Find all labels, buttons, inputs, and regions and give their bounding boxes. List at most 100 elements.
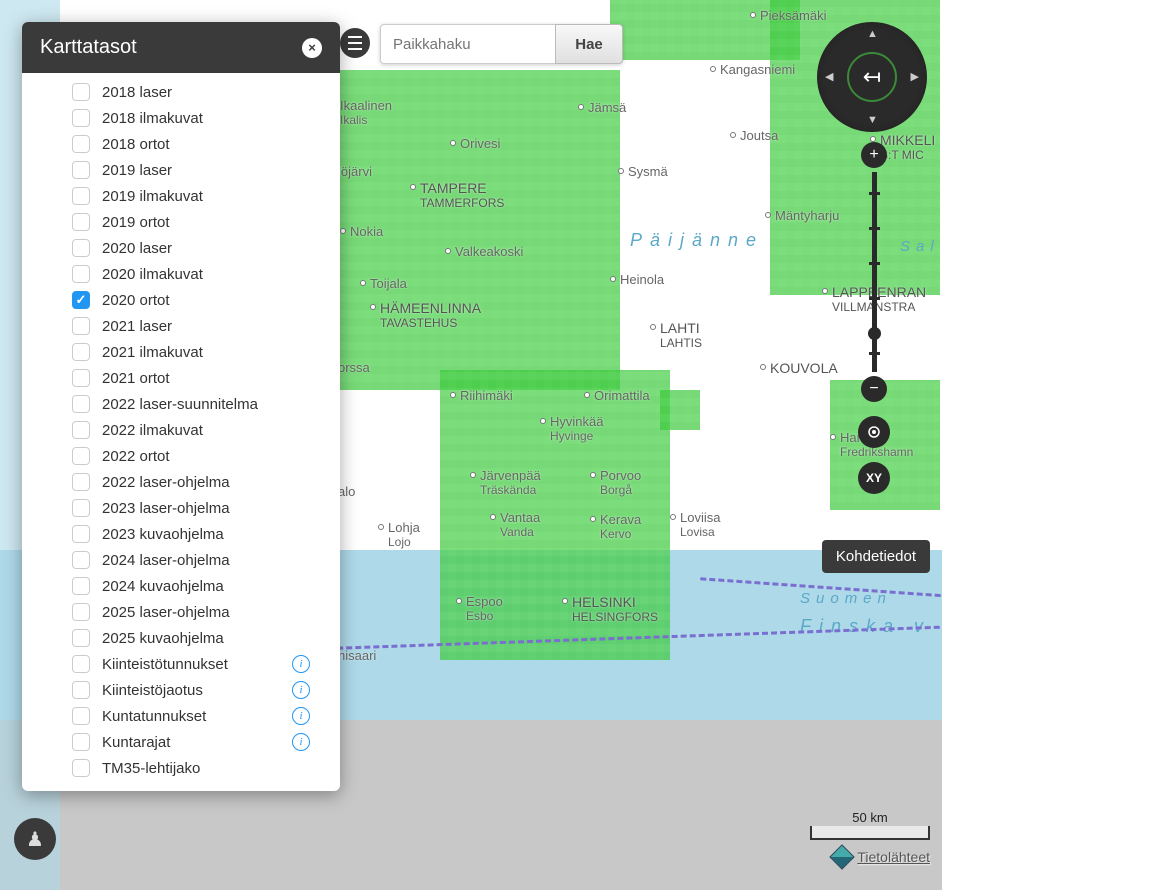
layer-label: 2025 kuvaohjelma	[102, 630, 224, 647]
pan-west-button[interactable]: ◀	[825, 70, 833, 83]
layer-label: 2021 ortot	[102, 370, 170, 387]
chess-piece-icon: ♟	[26, 827, 44, 852]
layer-row[interactable]: 2021 ilmakuvat	[22, 339, 340, 365]
layer-checkbox[interactable]	[72, 291, 90, 309]
layer-checkbox[interactable]	[72, 161, 90, 179]
layer-checkbox[interactable]	[72, 135, 90, 153]
layer-row[interactable]: Kuntarajati	[22, 729, 340, 755]
layer-row[interactable]: 2019 ilmakuvat	[22, 183, 340, 209]
city-marker	[610, 276, 616, 282]
layer-row[interactable]: Kiinteistötunnukset i	[22, 651, 340, 677]
layer-checkbox[interactable]	[72, 759, 90, 777]
layer-checkbox[interactable]	[72, 655, 90, 673]
layer-row[interactable]: 2020 ilmakuvat	[22, 261, 340, 287]
layer-row[interactable]: 2025 laser-ohjelma	[22, 599, 340, 625]
info-icon[interactable]: i	[292, 681, 310, 699]
zoom-slider[interactable]	[872, 172, 877, 372]
diamond-icon	[830, 844, 855, 869]
close-icon[interactable]: ×	[302, 38, 322, 58]
layer-checkbox[interactable]	[72, 187, 90, 205]
layer-label: 2022 ilmakuvat	[102, 422, 203, 439]
layer-checkbox[interactable]	[72, 421, 90, 439]
layer-label: 2023 kuvaohjelma	[102, 526, 224, 543]
layer-checkbox[interactable]	[72, 473, 90, 491]
layer-checkbox[interactable]	[72, 499, 90, 517]
zoom-handle[interactable]	[868, 327, 881, 340]
layer-row[interactable]: 2018 ortot	[22, 131, 340, 157]
layer-checkbox[interactable]	[72, 707, 90, 725]
layer-checkbox[interactable]	[72, 577, 90, 595]
info-icon[interactable]: i	[292, 733, 310, 751]
search-bar: Hae	[380, 24, 623, 64]
layer-row[interactable]: Kiinteistöjaotusi	[22, 677, 340, 703]
layer-row[interactable]: 2019 laser	[22, 157, 340, 183]
data-sources-link[interactable]: Tietolähteet	[857, 849, 930, 865]
layer-row[interactable]: 2020 laser	[22, 235, 340, 261]
layer-row[interactable]: 2022 laser-ohjelma	[22, 469, 340, 495]
layer-row[interactable]: 2018 laser	[22, 79, 340, 105]
city-marker	[340, 228, 346, 234]
layer-row[interactable]: 2023 kuvaohjelma	[22, 521, 340, 547]
layer-label: Kuntatunnukset	[102, 708, 206, 725]
city-marker	[450, 140, 456, 146]
layer-label: 2019 laser	[102, 162, 172, 179]
layer-checkbox[interactable]	[72, 109, 90, 127]
layer-checkbox[interactable]	[72, 343, 90, 361]
layer-checkbox[interactable]	[72, 369, 90, 387]
info-icon[interactable]: i	[292, 655, 310, 673]
menu-button[interactable]	[340, 28, 370, 58]
layer-checkbox[interactable]	[72, 551, 90, 569]
locate-button[interactable]	[858, 416, 890, 448]
layer-row[interactable]: 2022 ilmakuvat	[22, 417, 340, 443]
search-input[interactable]	[380, 24, 555, 64]
city-marker	[584, 392, 590, 398]
pan-east-button[interactable]: ▶	[911, 70, 919, 83]
layer-label: Kiinteistötunnukset	[102, 656, 228, 673]
layer-row[interactable]: 2018 ilmakuvat	[22, 105, 340, 131]
layer-checkbox[interactable]	[72, 239, 90, 257]
zoom-in-button[interactable]: +	[861, 142, 887, 168]
city-marker	[650, 324, 656, 330]
layer-row[interactable]: 2023 laser-ohjelma	[22, 495, 340, 521]
layer-row[interactable]: 2022 ortot	[22, 443, 340, 469]
layer-row[interactable]: TM35-lehtijako	[22, 755, 340, 781]
layer-row[interactable]: 2024 laser-ohjelma	[22, 547, 340, 573]
pan-north-button[interactable]: ▲	[867, 28, 878, 40]
city-marker	[450, 392, 456, 398]
layer-row[interactable]: 2020 ortot	[22, 287, 340, 313]
data-sources: Tietolähteet	[833, 848, 930, 866]
reset-view-button[interactable]: ↤	[847, 52, 897, 102]
search-button[interactable]: Hae	[555, 24, 623, 64]
city-marker	[730, 132, 736, 138]
layer-checkbox[interactable]	[72, 265, 90, 283]
zoom-out-button[interactable]: −	[861, 376, 887, 402]
layer-row[interactable]: 2021 ortot	[22, 365, 340, 391]
layer-checkbox[interactable]	[72, 83, 90, 101]
layer-label: 2019 ortot	[102, 214, 170, 231]
layer-label: 2021 ilmakuvat	[102, 344, 203, 361]
layer-checkbox[interactable]	[72, 733, 90, 751]
layer-row[interactable]: 2024 kuvaohjelma	[22, 573, 340, 599]
layer-checkbox[interactable]	[72, 681, 90, 699]
layer-row[interactable]: Kuntatunnukset i	[22, 703, 340, 729]
info-icon[interactable]: i	[292, 707, 310, 725]
layer-label: 2018 ilmakuvat	[102, 110, 203, 127]
city-marker	[540, 418, 546, 424]
layer-row[interactable]: 2019 ortot	[22, 209, 340, 235]
layer-checkbox[interactable]	[72, 213, 90, 231]
layer-label: 2023 laser-ohjelma	[102, 500, 230, 517]
layer-row[interactable]: 2021 laser	[22, 313, 340, 339]
layer-row[interactable]: 2025 kuvaohjelma	[22, 625, 340, 651]
layer-checkbox[interactable]	[72, 395, 90, 413]
xy-coordinates-button[interactable]: XY	[858, 462, 890, 494]
city-marker	[360, 280, 366, 286]
pan-south-button[interactable]: ▼	[867, 114, 878, 126]
layer-row[interactable]: 2022 laser-suunnitelma	[22, 391, 340, 417]
layer-checkbox[interactable]	[72, 447, 90, 465]
layer-checkbox[interactable]	[72, 317, 90, 335]
layer-checkbox[interactable]	[72, 525, 90, 543]
layer-checkbox[interactable]	[72, 603, 90, 621]
layer-checkbox[interactable]	[72, 629, 90, 647]
app-logo-button[interactable]: ♟	[14, 818, 56, 860]
layers-list[interactable]: 2018 laser 2018 ilmakuvat 2018 ortot 2019 l…	[22, 73, 340, 791]
